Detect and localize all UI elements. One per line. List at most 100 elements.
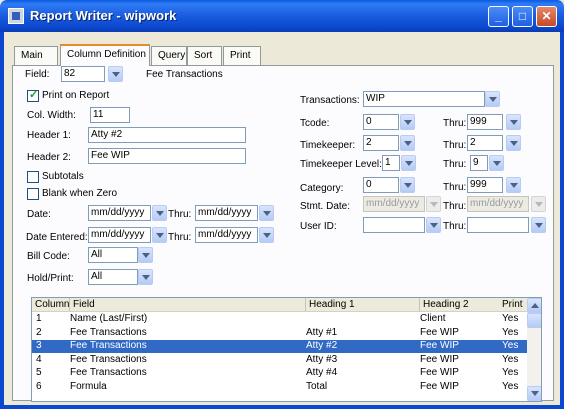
- date-entered-from-dropdown-button[interactable]: [152, 227, 167, 243]
- user-id-from-input[interactable]: [363, 217, 425, 233]
- category-from-input[interactable]: 0: [363, 177, 399, 193]
- column-grid[interactable]: Column Field Heading 1 Heading 2 Print 1…: [31, 297, 542, 402]
- date-from-input[interactable]: mm/dd/yyyy: [88, 205, 151, 221]
- category-from-dropdown-button[interactable]: [400, 177, 415, 193]
- field-number-input[interactable]: 82: [61, 66, 105, 82]
- table-cell: Fee Transactions: [70, 326, 147, 338]
- window-title: Report Writer - wipwork: [30, 8, 177, 23]
- hold-print-select[interactable]: All: [88, 269, 138, 285]
- tcode-from-input[interactable]: 0: [363, 114, 399, 130]
- stmt-date-thru-dropdown-button[interactable]: [531, 196, 546, 212]
- user-id-from-dropdown-button[interactable]: [426, 217, 441, 233]
- table-cell: Fee WIP: [420, 367, 459, 378]
- tab-print[interactable]: Print: [223, 46, 261, 65]
- table-row[interactable]: 5 Fee Transactions Atty #4 Fee WIP Yes: [32, 367, 527, 380]
- close-button[interactable]: ✕: [536, 6, 557, 27]
- category-thru-input[interactable]: 999: [467, 177, 503, 193]
- category-label: Category:: [300, 183, 344, 194]
- tab-main[interactable]: Main: [14, 46, 58, 65]
- table-cell: Yes: [502, 313, 519, 324]
- scroll-up-button[interactable]: [527, 298, 541, 313]
- app-icon: [8, 8, 24, 24]
- grid-vertical-scrollbar[interactable]: [527, 298, 541, 401]
- table-cell: Yes: [502, 353, 519, 365]
- user-id-thru-input[interactable]: [467, 217, 529, 233]
- timekeeper-thru-dropdown-button[interactable]: [506, 135, 521, 151]
- minimize-icon: _: [495, 9, 502, 23]
- grid-header-column[interactable]: Column: [32, 298, 70, 312]
- transactions-dropdown-button[interactable]: [485, 91, 500, 107]
- table-cell: Fee WIP: [420, 353, 459, 365]
- table-cell: Fee Transactions: [70, 353, 147, 365]
- timekeeper-level-from-dropdown-button[interactable]: [401, 155, 416, 171]
- bill-code-select[interactable]: All: [88, 247, 138, 263]
- print-on-report-checkbox[interactable]: [27, 88, 39, 102]
- blank-when-zero-checkbox[interactable]: [27, 188, 39, 200]
- col-width-input[interactable]: 11: [90, 107, 130, 123]
- timekeeper-level-thru-input[interactable]: 9: [470, 155, 488, 171]
- table-row[interactable]: 2 Fee Transactions Atty #1 Fee WIP Yes: [32, 327, 527, 340]
- table-cell: Fee Transactions: [70, 340, 147, 351]
- grid-header-field[interactable]: Field: [70, 298, 306, 312]
- tab-sort[interactable]: Sort: [187, 46, 222, 65]
- hold-print-dropdown-button[interactable]: [138, 269, 153, 285]
- scroll-down-button[interactable]: [527, 386, 541, 401]
- table-cell: Atty #1: [306, 326, 338, 338]
- stmt-date-from-dropdown-button[interactable]: [426, 196, 441, 212]
- timekeeper-level-from-input[interactable]: 1: [382, 155, 400, 171]
- header1-input[interactable]: Atty #2: [88, 127, 246, 143]
- table-cell: Client: [420, 313, 446, 324]
- tcode-label: Tcode:: [300, 118, 330, 129]
- header2-input[interactable]: Fee WIP: [88, 148, 246, 164]
- table-cell: 4: [36, 353, 42, 365]
- date-thru-input[interactable]: mm/dd/yyyy: [195, 205, 258, 221]
- tab-column-definition[interactable]: Column Definition: [60, 44, 150, 66]
- table-cell: Atty #4: [306, 367, 338, 378]
- user-id-label: User ID:: [300, 221, 337, 232]
- date-thru-dropdown-button[interactable]: [259, 205, 274, 221]
- table-cell: Formula: [70, 380, 107, 392]
- blank-when-zero-label: Blank when Zero: [42, 188, 118, 199]
- tcode-thru-dropdown-button[interactable]: [506, 114, 521, 130]
- field-dropdown-button[interactable]: [108, 66, 123, 82]
- stmt-date-thru-input[interactable]: mm/dd/yyyy: [467, 196, 529, 212]
- grid-header-print[interactable]: Print: [499, 298, 527, 312]
- category-thru-dropdown-button[interactable]: [506, 177, 521, 193]
- table-cell: Fee Transactions: [70, 367, 147, 378]
- subtotals-checkbox[interactable]: [27, 171, 39, 183]
- timekeeper-thru-input[interactable]: 2: [467, 135, 503, 151]
- field-label: Field:: [25, 69, 50, 80]
- table-cell: Atty #3: [306, 353, 338, 365]
- date-from-dropdown-button[interactable]: [152, 205, 167, 221]
- bill-code-dropdown-button[interactable]: [138, 247, 153, 263]
- user-id-thru-dropdown-button[interactable]: [531, 217, 546, 233]
- tab-query[interactable]: Query: [151, 46, 187, 65]
- date-entered-thru-dropdown-button[interactable]: [259, 227, 274, 243]
- table-cell: 6: [36, 380, 42, 392]
- table-cell: Yes: [502, 380, 519, 392]
- subtotals-label: Subtotals: [42, 171, 84, 182]
- timekeeper-from-input[interactable]: 2: [363, 135, 399, 151]
- maximize-button[interactable]: □: [512, 6, 533, 27]
- date-entered-thru-input[interactable]: mm/dd/yyyy: [195, 227, 258, 243]
- minimize-button[interactable]: _: [488, 6, 509, 27]
- table-cell: Fee WIP: [420, 326, 459, 338]
- scroll-thumb[interactable]: [527, 313, 541, 328]
- category-thru-label: Thru:: [443, 182, 467, 193]
- table-row[interactable]: 3 Fee Transactions Atty #2 Fee WIP Yes: [32, 340, 527, 353]
- timekeeper-label: Timekeeper:: [300, 140, 356, 151]
- close-icon: ✕: [541, 9, 552, 23]
- timekeeper-from-dropdown-button[interactable]: [400, 135, 415, 151]
- tcode-from-dropdown-button[interactable]: [400, 114, 415, 130]
- transactions-select[interactable]: WIP: [363, 91, 485, 107]
- timekeeper-level-thru-dropdown-button[interactable]: [489, 155, 504, 171]
- table-row[interactable]: 6 Formula Total Fee WIP Yes: [32, 381, 527, 394]
- date-entered-from-input[interactable]: mm/dd/yyyy: [88, 227, 151, 243]
- table-row[interactable]: 4 Fee Transactions Atty #3 Fee WIP Yes: [32, 354, 527, 367]
- tcode-thru-input[interactable]: 999: [467, 114, 503, 130]
- table-row[interactable]: 1 Name (Last/First) Client Yes: [32, 313, 527, 326]
- grid-header-heading1[interactable]: Heading 1: [306, 298, 420, 312]
- timekeeper-level-thru-label: Thru:: [443, 159, 467, 170]
- title-bar[interactable]: Report Writer - wipwork _ □ ✕: [0, 0, 564, 32]
- stmt-date-from-input[interactable]: mm/dd/yyyy: [363, 196, 425, 212]
